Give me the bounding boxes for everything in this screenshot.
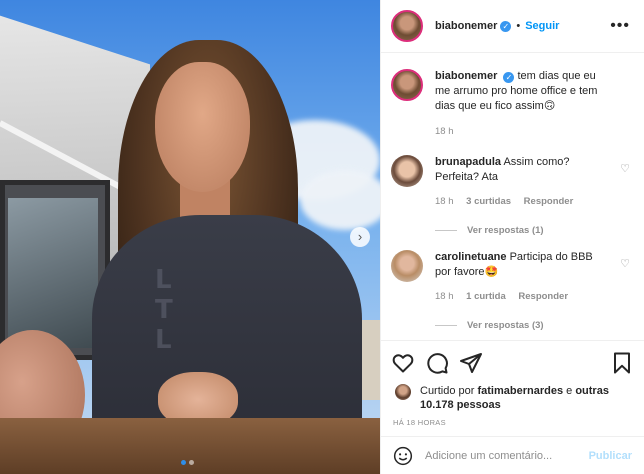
photo-window-glass [8,198,98,348]
carousel-dots [181,460,194,465]
follow-button[interactable]: Seguir [525,20,559,32]
carousel-dot-active [181,460,186,465]
reply-button[interactable]: Responder [524,196,574,207]
post-modal: LTL › biabonemer ✓ • Seguir ••• biabonem… [0,0,644,474]
list-item: carolinetuane Participa do BBB por favor… [391,250,634,304]
view-replies-button[interactable]: Ver respostas (1) [435,225,634,236]
heart-icon[interactable] [391,351,415,375]
caption: biabonemer ✓ tem dias que eu me arrumo p… [391,69,634,139]
view-replies-label: Ver respostas (3) [467,320,544,331]
avatar[interactable] [391,69,423,101]
verified-badge-icon: ✓ [503,72,515,83]
post-timestamp[interactable]: HÁ 18 HORAS [381,418,644,436]
action-bar [381,340,644,384]
view-replies-button[interactable]: Ver respostas (3) [435,320,634,331]
post-header: biabonemer ✓ • Seguir ••• [381,0,644,53]
avatar[interactable] [391,250,423,282]
verified-badge-icon: ✓ [500,20,512,32]
comment-username[interactable]: carolinetuane [435,251,507,263]
list-item: brunapadula Assim como? Perfeita? Ata 18… [391,155,634,209]
carousel-dot [189,460,194,465]
add-comment-bar: Adicione um comentário... Publicar [381,436,644,474]
divider [435,230,457,231]
comment-icon[interactable] [425,351,449,375]
photo-shirt-print: LTL [155,265,173,355]
avatar[interactable] [391,155,423,187]
comment-likes[interactable]: 3 curtidas [466,196,511,207]
comments-list[interactable]: biabonemer ✓ tem dias que eu me arrumo p… [381,53,644,340]
comment-username[interactable]: brunapadula [435,156,501,168]
likes-middle: e [566,385,573,397]
caption-time[interactable]: 18 h [435,126,454,137]
likes-summary: Curtido por fatimabernardes e outras 10.… [381,384,644,418]
publish-button[interactable]: Publicar [589,450,632,462]
emoji-icon[interactable] [393,446,413,466]
avatar[interactable] [395,384,411,400]
comment-likes[interactable]: 1 curtida [466,291,506,302]
comment-input[interactable]: Adicione um comentário... [425,450,589,462]
post-panel: biabonemer ✓ • Seguir ••• biabonemer ✓ t… [380,0,644,474]
post-photo[interactable]: LTL › [0,0,380,474]
header-username[interactable]: biabonemer [435,20,497,32]
next-arrow-icon[interactable]: › [350,227,370,247]
avatar[interactable] [391,10,423,42]
comment-time[interactable]: 18 h [435,291,454,302]
share-icon[interactable] [459,351,483,375]
comment-time[interactable]: 18 h [435,196,454,207]
likes-prefix: Curtido por [420,385,475,397]
caption-emoji: 🙃 [543,100,556,112]
photo-face [155,62,250,192]
bookmark-icon[interactable] [610,351,634,375]
divider [435,325,457,326]
photo-cloud [300,170,380,230]
heart-icon[interactable]: ♡ [620,257,630,270]
likes-user[interactable]: fatimabernardes [477,385,563,397]
photo-table [0,418,380,474]
view-replies-label: Ver respostas (1) [467,225,544,236]
reply-button[interactable]: Responder [518,291,568,302]
more-options-icon[interactable]: ••• [610,17,630,35]
heart-icon[interactable]: ♡ [620,162,630,175]
comment-emoji: 🤩 [484,266,499,278]
separator-dot: • [516,20,521,32]
caption-username[interactable]: biabonemer [435,70,497,82]
